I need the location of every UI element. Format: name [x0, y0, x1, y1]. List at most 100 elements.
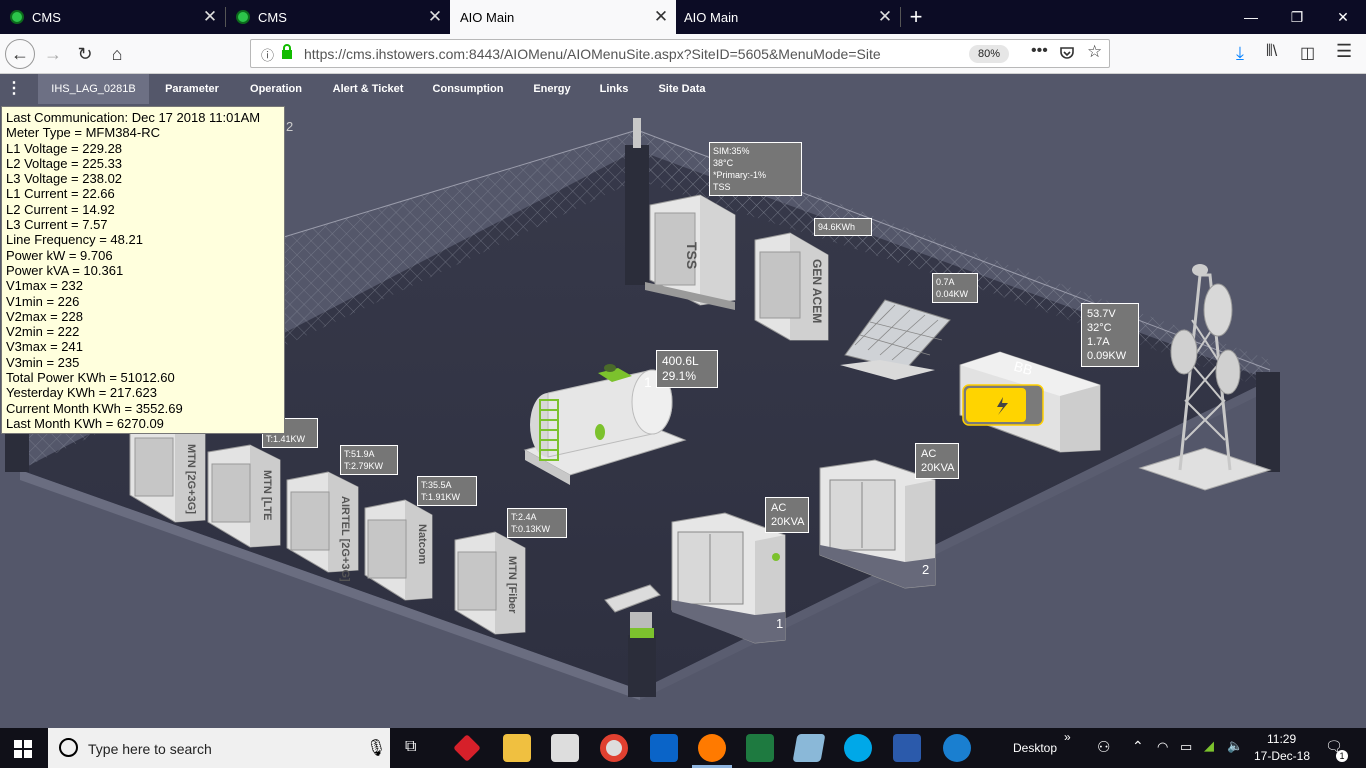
- word-icon[interactable]: [893, 734, 921, 762]
- volume-icon[interactable]: 🔈: [1227, 738, 1243, 754]
- browser-tab-aio-main[interactable]: AIO Main ✕: [676, 0, 900, 34]
- file-explorer-icon[interactable]: [503, 734, 531, 762]
- forward-button[interactable]: →: [38, 39, 68, 69]
- tab-title: AIO Main: [460, 9, 515, 25]
- tray-expand-icon[interactable]: ⌃: [1132, 738, 1144, 755]
- menu-icon[interactable]: ☰: [1336, 41, 1352, 62]
- tab-title: CMS: [32, 9, 61, 25]
- clock-date[interactable]: 17-Dec-18: [1254, 749, 1310, 763]
- solar-status-label[interactable]: 0.7A 0.04KW: [932, 273, 978, 303]
- airtel-status-label[interactable]: T:51.9A T:2.79KW: [340, 445, 398, 475]
- menu-alert-ticket[interactable]: Alert & Ticket: [322, 74, 414, 104]
- microphone-icon[interactable]: 🎙: [366, 738, 386, 758]
- label-line: 94.6KWh: [818, 222, 856, 232]
- browser-navigation-bar: ← → ↻ ⌂ ⓘ https://cms.ihstowers.com:8443…: [0, 34, 1366, 74]
- app-menu-bar: ⋮ IHS_LAG_0281B Parameter Operation Aler…: [0, 74, 1366, 104]
- label-line: 32°C: [1087, 322, 1112, 334]
- skype-icon[interactable]: [844, 734, 872, 762]
- browser-tab-bar: CMS ✕ CMS ✕ AIO Main ✕ AIO Main ✕ + — ❐ …: [0, 0, 1366, 34]
- tab-title: AIO Main: [684, 9, 739, 25]
- wifi-icon[interactable]: ◠: [1157, 739, 1168, 755]
- clock-time[interactable]: 11:29: [1267, 732, 1296, 746]
- back-button[interactable]: ←: [5, 39, 35, 69]
- label-line: T:1.91KW: [421, 492, 461, 502]
- chrome-icon[interactable]: [600, 734, 628, 762]
- restore-button[interactable]: ❐: [1274, 0, 1320, 34]
- close-tab-icon[interactable]: ✕: [646, 7, 676, 27]
- tooltip-line: Last Communication: Dec 17 2018 11:01AM: [6, 110, 261, 125]
- tooltip-line: Yesterday KWh = 217.623: [6, 385, 157, 401]
- ac1-status-label[interactable]: AC 20KVA: [765, 497, 809, 533]
- library-icon[interactable]: ⫴\: [1266, 43, 1277, 61]
- menu-site-data[interactable]: Site Data: [648, 74, 716, 104]
- windows-start-icon[interactable]: [14, 740, 32, 758]
- cortana-icon: [59, 738, 78, 757]
- menu-links[interactable]: Links: [590, 74, 638, 104]
- label-line: 53.7V: [1087, 308, 1116, 320]
- bookmark-star-icon[interactable]: ☆: [1087, 42, 1102, 62]
- taskbar-search-box[interactable]: Type here to search 🎙: [48, 728, 390, 768]
- battery-icon[interactable]: ▭: [1180, 739, 1192, 755]
- outlook-icon[interactable]: [650, 734, 678, 762]
- label-line: T:2.79KW: [344, 461, 384, 471]
- zoom-level-badge[interactable]: 80%: [969, 45, 1009, 63]
- fuel-tank-status-label[interactable]: 400.6L 29.1%: [656, 350, 718, 388]
- home-button[interactable]: ⌂: [102, 39, 132, 69]
- label-line: 0.7A: [936, 277, 955, 287]
- menu-energy[interactable]: Energy: [524, 74, 580, 104]
- new-tab-button[interactable]: +: [893, 0, 939, 34]
- notification-count-badge: 1: [1336, 750, 1348, 762]
- desktop-toolbar-label[interactable]: Desktop: [1013, 741, 1057, 755]
- tooltip-line: V1max = 232: [6, 278, 83, 294]
- mtn-2g-cabinet-text: MTN [2G+3G]: [185, 444, 197, 514]
- browser-tab-cms-1[interactable]: CMS ✕: [0, 0, 225, 34]
- menu-site-id[interactable]: IHS_LAG_0281B: [38, 74, 149, 104]
- task-view-icon[interactable]: ⧉: [405, 738, 416, 756]
- app-icon-red[interactable]: [453, 734, 481, 762]
- pocket-icon[interactable]: [1059, 45, 1075, 61]
- info-icon[interactable]: ⓘ: [261, 45, 274, 64]
- close-window-button[interactable]: ✕: [1320, 0, 1366, 34]
- label-line: 0.09KW: [1087, 350, 1127, 362]
- menu-consumption[interactable]: Consumption: [424, 74, 512, 104]
- sidebar-icon[interactable]: ◫: [1300, 43, 1315, 63]
- network-icon[interactable]: ◢: [1204, 738, 1214, 754]
- firefox-icon[interactable]: [698, 734, 726, 762]
- people-icon[interactable]: ⚇: [1097, 738, 1110, 756]
- tooltip-line: L1 Voltage = 229.28: [6, 140, 123, 156]
- url-text: https://cms.ihstowers.com:8443/AIOMenu/A…: [304, 46, 881, 62]
- battery-status-label[interactable]: 53.7V 32°C 1.7A 0.09KW: [1081, 303, 1139, 367]
- ac2-status-label[interactable]: AC 20KVA: [915, 443, 959, 479]
- edge-icon[interactable]: [943, 734, 971, 762]
- natcom-status-label[interactable]: T:35.5A T:1.91KW: [417, 476, 477, 506]
- minimize-button[interactable]: —: [1228, 0, 1274, 34]
- tooltip-line: Line Frequency = 48.21: [6, 232, 143, 248]
- mtn-fiber-status-label[interactable]: T:2.4A T:0.13KW: [507, 508, 567, 538]
- label-line: TSS: [713, 182, 731, 192]
- close-tab-icon[interactable]: ✕: [420, 7, 450, 27]
- natcom-cabinet-text: Natcom: [416, 524, 428, 565]
- excel-icon[interactable]: [746, 734, 774, 762]
- close-tab-icon[interactable]: ✕: [195, 7, 225, 27]
- tss-cabinet-text: TSS: [684, 242, 700, 270]
- address-bar[interactable]: ⓘ https://cms.ihstowers.com:8443/AIOMenu…: [250, 39, 1110, 68]
- menu-operation[interactable]: Operation: [240, 74, 312, 104]
- browser-tab-aio-main-active[interactable]: AIO Main ✕: [450, 0, 676, 34]
- menu-parameter[interactable]: Parameter: [155, 74, 229, 104]
- calculator-icon[interactable]: [551, 734, 579, 762]
- generator-status-label[interactable]: 94.6KWh: [814, 218, 872, 236]
- label-line: *Primary:-1%: [713, 170, 767, 180]
- label-line: 20KVA: [921, 462, 955, 474]
- label-line: T:0.13KW: [511, 524, 551, 534]
- tooltip-line: V3max = 241: [6, 339, 83, 355]
- toolbar-expand-icon[interactable]: »: [1064, 730, 1071, 744]
- tooltip-line: L2 Current = 14.92: [6, 201, 115, 217]
- snipping-tool-icon[interactable]: [792, 734, 826, 762]
- menu-handle-icon[interactable]: ⋮: [0, 74, 28, 104]
- reload-button[interactable]: ↻: [70, 39, 100, 69]
- page-actions-icon[interactable]: •••: [1031, 42, 1048, 60]
- tss-status-label[interactable]: SIM:35% 38°C *Primary:-1% TSS: [709, 142, 802, 196]
- tooltip-line: Last Month KWh = 6270.09: [6, 415, 164, 431]
- browser-tab-cms-2[interactable]: CMS ✕: [226, 0, 450, 34]
- downloads-icon[interactable]: ⤓: [1236, 43, 1244, 64]
